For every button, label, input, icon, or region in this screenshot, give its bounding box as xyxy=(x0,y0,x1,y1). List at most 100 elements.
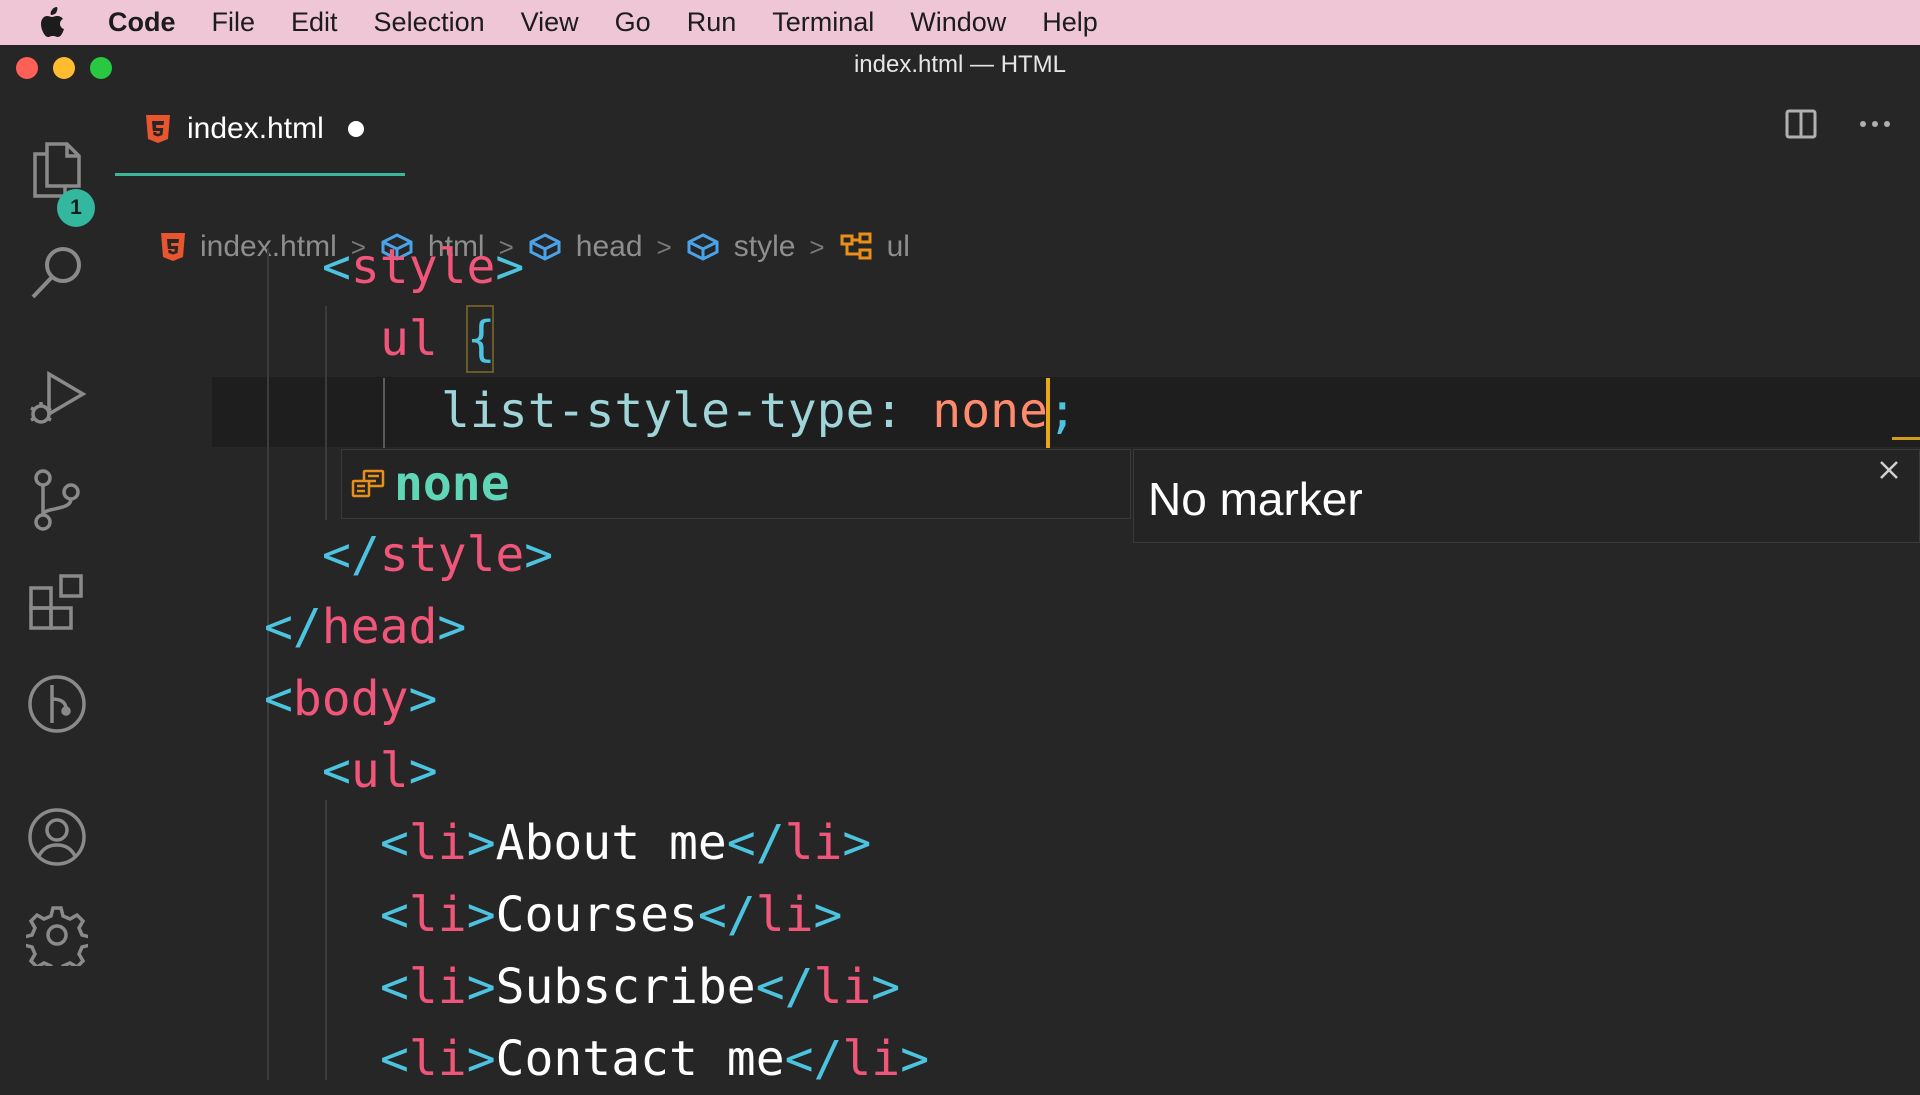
code-line-style-open[interactable]: <style> xyxy=(322,231,524,303)
tag-bracket: </ xyxy=(784,1031,843,1087)
tag-name: head xyxy=(321,599,438,655)
menu-view[interactable]: View xyxy=(503,7,597,38)
tag-bracket: < xyxy=(264,671,293,727)
tag-name: style xyxy=(350,239,496,295)
tag-bracket: > xyxy=(900,1031,930,1087)
suggestion-detail-text: No marker xyxy=(1148,473,1363,525)
tag-bracket: > xyxy=(408,671,438,727)
tag-bracket: </ xyxy=(322,527,380,583)
breadcrumb-ul-label: ul xyxy=(886,230,910,263)
symbol-element-icon xyxy=(529,233,561,261)
unsaved-indicator-dot[interactable] xyxy=(347,121,364,137)
menu-go[interactable]: Go xyxy=(597,7,669,38)
zoom-window-button[interactable] xyxy=(90,57,112,79)
suggestion-label: none xyxy=(394,456,510,512)
accounts-icon[interactable] xyxy=(22,802,92,872)
breadcrumb-ul[interactable]: ul xyxy=(839,230,910,264)
apple-logo-icon[interactable] xyxy=(0,6,106,39)
tag-bracket: > xyxy=(813,887,843,943)
tag-name: li xyxy=(408,815,467,871)
code-line-head-close[interactable]: </head> xyxy=(264,591,466,663)
tag-name: body xyxy=(292,671,409,727)
tab-index-html[interactable]: index.html xyxy=(115,85,405,176)
tag-name: li xyxy=(408,1031,467,1087)
editor-tab-bar: index.html xyxy=(115,85,1920,217)
tag-bracket: > xyxy=(408,743,438,799)
source-control-icon[interactable] xyxy=(22,465,92,535)
tag-bracket: > xyxy=(524,527,554,583)
git-graph-icon[interactable] xyxy=(22,669,92,739)
title-bar: index.html — HTML xyxy=(0,45,1920,85)
code-line-list-item[interactable]: <li>Contact me</li> xyxy=(380,1023,929,1095)
tag-bracket: > xyxy=(495,239,525,295)
css-semicolon: ; xyxy=(1047,383,1077,439)
tag-bracket: </ xyxy=(726,815,785,871)
css-selector: ul xyxy=(380,311,438,367)
code-line-ul-open[interactable]: <ul> xyxy=(322,735,438,807)
chevron-right-icon: > xyxy=(809,231,825,262)
minimize-window-button[interactable] xyxy=(53,57,75,79)
breadcrumb: index.html > html > head > style > ul xyxy=(160,221,910,273)
tag-name: ul xyxy=(350,743,409,799)
tag-bracket: > xyxy=(466,959,496,1015)
tag-bracket: < xyxy=(322,239,351,295)
suggestion-item[interactable]: none xyxy=(341,449,1131,519)
code-line-list-item[interactable]: <li>Subscribe</li> xyxy=(380,951,900,1023)
tag-bracket: > xyxy=(466,815,496,871)
macos-menu-bar: Code File Edit Selection View Go Run Ter… xyxy=(0,0,1920,45)
tag-bracket: < xyxy=(380,959,409,1015)
search-icon[interactable] xyxy=(22,238,92,308)
split-editor-icon[interactable] xyxy=(1784,107,1818,141)
tag-name: li xyxy=(408,887,467,943)
window-controls xyxy=(16,57,112,79)
tag-bracket: < xyxy=(322,743,351,799)
breadcrumb-file-label: index.html xyxy=(200,230,337,263)
tag-name: li xyxy=(408,959,467,1015)
menu-help[interactable]: Help xyxy=(1024,7,1116,38)
tag-bracket: > xyxy=(466,1031,496,1087)
tag-name: li xyxy=(755,887,814,943)
code-line-selector[interactable]: ul { xyxy=(380,303,496,375)
menu-terminal[interactable]: Terminal xyxy=(754,7,892,38)
tag-bracket: </ xyxy=(697,887,756,943)
menu-run[interactable]: Run xyxy=(669,7,755,38)
html5-file-icon xyxy=(161,233,185,261)
run-debug-icon[interactable] xyxy=(22,363,92,433)
close-icon[interactable] xyxy=(1877,458,1901,487)
suggestion-details-panel: No marker xyxy=(1133,449,1920,543)
tag-name: li xyxy=(784,815,843,871)
css-property: list-style-type xyxy=(441,383,875,439)
more-actions-icon[interactable] xyxy=(1858,119,1892,129)
code-line-list-item[interactable]: <li>Courses</li> xyxy=(380,879,842,951)
code-line-list-item[interactable]: <li>About me</li> xyxy=(380,807,871,879)
code-line-style-close[interactable]: </style> xyxy=(322,519,553,591)
symbol-element-icon xyxy=(687,233,719,261)
tag-bracket: </ xyxy=(264,599,322,655)
tag-bracket: </ xyxy=(755,959,814,1015)
breadcrumb-style[interactable]: style xyxy=(686,230,795,264)
activity-bar: 1 xyxy=(0,85,115,1080)
menu-app-name[interactable]: Code xyxy=(106,7,194,38)
enum-value-icon xyxy=(350,468,386,500)
tag-name: style xyxy=(379,527,525,583)
close-window-button[interactable] xyxy=(16,57,38,79)
list-item-text: Subscribe xyxy=(495,959,756,1015)
css-value: none xyxy=(932,383,1048,439)
tag-bracket: > xyxy=(437,599,467,655)
menu-selection[interactable]: Selection xyxy=(356,7,503,38)
menu-window[interactable]: Window xyxy=(892,7,1024,38)
code-line-declaration[interactable]: list-style-type: none; xyxy=(441,375,1077,447)
menu-file[interactable]: File xyxy=(194,7,274,38)
extensions-icon[interactable] xyxy=(22,567,92,637)
breadcrumb-head-label: head xyxy=(575,230,643,263)
tag-name: li xyxy=(813,959,872,1015)
menu-edit[interactable]: Edit xyxy=(273,7,356,38)
window-title: index.html — HTML xyxy=(853,51,1067,78)
code-line-body-open[interactable]: <body> xyxy=(264,663,437,735)
chevron-right-icon: > xyxy=(656,231,672,262)
settings-gear-icon[interactable] xyxy=(22,900,92,970)
open-brace: { xyxy=(466,311,496,367)
breadcrumb-head[interactable]: head xyxy=(528,230,643,264)
breadcrumb-file[interactable]: index.html xyxy=(160,230,337,264)
list-item-text: Contact me xyxy=(495,1031,785,1087)
